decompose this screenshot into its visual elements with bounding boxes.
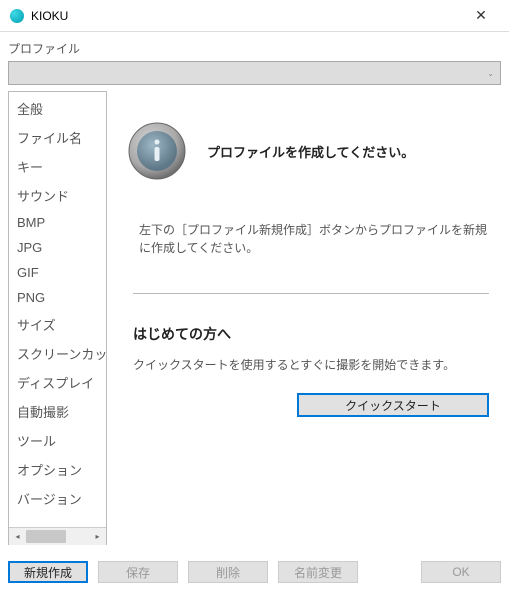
window-title: KIOKU <box>31 9 461 23</box>
close-icon: ✕ <box>475 7 487 23</box>
sidebar-item-key[interactable]: キー <box>9 152 106 181</box>
sidebar-item-png[interactable]: PNG <box>9 285 106 310</box>
bottom-button-bar: 新規作成 保存 削除 名前変更 OK <box>0 553 509 591</box>
sidebar-item-version[interactable]: バージョン <box>9 484 106 513</box>
sidebar-item-size[interactable]: サイズ <box>9 310 106 339</box>
scroll-right-icon[interactable]: ▸ <box>89 528 106 545</box>
sidebar-item-autoshoot[interactable]: 自動撮影 <box>9 397 106 426</box>
quickstart-button[interactable]: クイックスタート <box>297 393 489 417</box>
scroll-thumb[interactable] <box>26 530 66 543</box>
chevron-down-icon: ⌄ <box>487 69 494 78</box>
scroll-left-icon[interactable]: ◂ <box>9 528 26 545</box>
sidebar-item-option[interactable]: オプション <box>9 455 106 484</box>
sidebar-item-display[interactable]: ディスプレイ <box>9 368 106 397</box>
sidebar-item-sound[interactable]: サウンド <box>9 181 106 210</box>
sidebar-item-screencut[interactable]: スクリーンカット <box>9 339 106 368</box>
main-heading: プロファイルを作成してください。 <box>207 142 414 161</box>
main-panel: プロファイルを作成してください。 左下の［プロファイル新規作成］ボタンからプロフ… <box>117 91 501 545</box>
rename-button: 名前変更 <box>278 561 358 583</box>
close-button[interactable]: ✕ <box>461 7 501 24</box>
sidebar-item-tool[interactable]: ツール <box>9 426 106 455</box>
sidebar: 全般 ファイル名 キー サウンド BMP JPG GIF PNG サイズ スクリ… <box>8 91 107 545</box>
sidebar-item-general[interactable]: 全般 <box>9 94 106 123</box>
new-button[interactable]: 新規作成 <box>8 561 88 583</box>
sidebar-item-bmp[interactable]: BMP <box>9 210 106 235</box>
first-time-heading: はじめての方へ <box>133 324 495 344</box>
sidebar-item-gif[interactable]: GIF <box>9 260 106 285</box>
sidebar-scrollbar[interactable]: ◂ ▸ <box>9 527 106 544</box>
profile-label: プロファイル <box>8 40 501 57</box>
save-button: 保存 <box>98 561 178 583</box>
sidebar-item-jpg[interactable]: JPG <box>9 235 106 260</box>
divider <box>133 293 489 294</box>
delete-button: 削除 <box>188 561 268 583</box>
first-time-text: クイックスタートを使用するとすぐに撮影を開始できます。 <box>133 356 495 373</box>
app-icon <box>10 9 24 23</box>
scroll-track[interactable] <box>26 528 89 545</box>
sidebar-item-filename[interactable]: ファイル名 <box>9 123 106 152</box>
main-instruction: 左下の［プロファイル新規作成］ボタンからプロファイルを新規に作成してください。 <box>127 221 495 257</box>
ok-button: OK <box>421 561 501 583</box>
profile-dropdown[interactable]: ⌄ <box>8 61 501 85</box>
info-icon <box>127 121 187 181</box>
titlebar: KIOKU ✕ <box>0 0 509 32</box>
